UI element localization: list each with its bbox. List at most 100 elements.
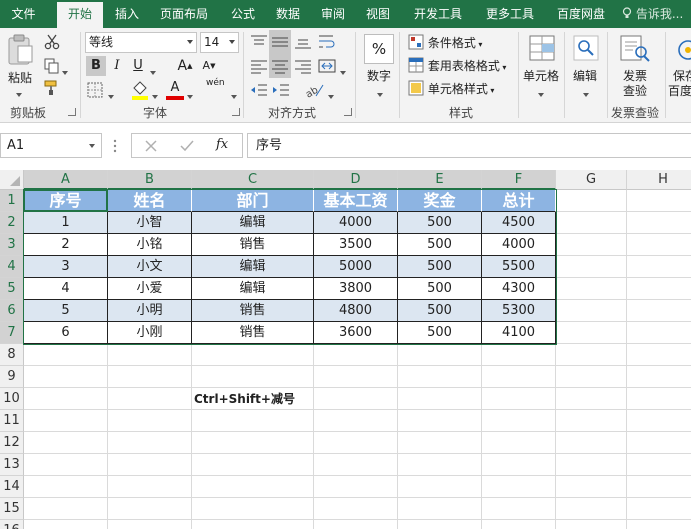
middle-align-button[interactable] [269,30,291,54]
format-as-table-button[interactable]: 套用表格格式 ▾ [408,57,506,74]
table-cell-a5[interactable]: 4 [24,278,108,300]
row-header-16[interactable]: 16 [0,520,24,529]
cell-c15[interactable] [192,498,314,520]
cell-b10[interactable] [108,388,192,410]
cell-b8[interactable] [108,344,192,366]
cell-e16[interactable] [398,520,482,529]
cell-e11[interactable] [398,410,482,432]
cell-g5[interactable] [556,278,627,300]
cell-b13[interactable] [108,454,192,476]
increase-font-size-button[interactable]: A▲ [175,56,195,76]
cell-f8[interactable] [482,344,556,366]
cell-a13[interactable] [24,454,108,476]
cell-b12[interactable] [108,432,192,454]
format-painter-icon[interactable] [44,80,60,99]
table-cell-e6[interactable]: 500 [398,300,482,322]
table-cell-e5[interactable]: 500 [398,278,482,300]
column-header-e[interactable]: E [398,170,482,190]
cell-b15[interactable] [108,498,192,520]
cell-e13[interactable] [398,454,482,476]
merge-dropdown-arrow[interactable] [340,64,346,78]
cell-b11[interactable] [108,410,192,432]
table-cell-c7[interactable]: 销售 [192,322,314,344]
table-cell-f4[interactable]: 5500 [482,256,556,278]
table-cell-d3[interactable]: 3500 [314,234,398,256]
table-cell-b2[interactable]: 小智 [108,212,192,234]
fill-color-dropdown-arrow[interactable] [152,88,158,102]
cell-a15[interactable] [24,498,108,520]
orientation-icon[interactable]: ab [304,81,324,102]
clipboard-launcher-icon[interactable] [68,108,76,116]
table-cell-b6[interactable]: 小明 [108,300,192,322]
paste-dropdown-arrow[interactable] [16,86,22,100]
cell-d12[interactable] [314,432,398,454]
shortcut-note-c10[interactable]: Ctrl+Shift+减号 [194,388,295,410]
table-cell-a4[interactable]: 3 [24,256,108,278]
cell-f9[interactable] [482,366,556,388]
italic-button[interactable]: I [107,56,127,76]
table-cell-a7[interactable]: 6 [24,322,108,344]
table-cell-b5[interactable]: 小爱 [108,278,192,300]
cell-h14[interactable] [627,476,691,498]
tab-formulas[interactable]: 公式 [222,0,264,28]
row-header-11[interactable]: 11 [0,410,24,432]
table-cell-f7[interactable]: 4100 [482,322,556,344]
row-header-8[interactable]: 8 [0,344,24,366]
cell-a8[interactable] [24,344,108,366]
conditional-formatting-button[interactable]: 条件格式 ▾ [408,34,482,51]
tab-insert[interactable]: 插入 [106,0,148,28]
row-header-6[interactable]: 6 [0,300,24,322]
editing-dropdown-arrow[interactable] [583,86,589,100]
cell-f10[interactable] [482,388,556,410]
row-header-12[interactable]: 12 [0,432,24,454]
enter-check-icon[interactable] [179,139,195,156]
table-cell-a6[interactable]: 5 [24,300,108,322]
table-header-cell-a1[interactable]: 序号 [24,190,108,212]
table-cell-d6[interactable]: 4800 [314,300,398,322]
table-cell-a3[interactable]: 2 [24,234,108,256]
underline-button[interactable]: U [128,56,148,76]
cell-h15[interactable] [627,498,691,520]
tab-file[interactable]: 文件 [0,0,47,28]
cell-a12[interactable] [24,432,108,454]
cell-d15[interactable] [314,498,398,520]
cell-g6[interactable] [556,300,627,322]
cell-f16[interactable] [482,520,556,529]
cell-e9[interactable] [398,366,482,388]
cell-e8[interactable] [398,344,482,366]
cell-d10[interactable] [314,388,398,410]
number-format-button[interactable]: 数字 [367,67,391,84]
row-header-7[interactable]: 7 [0,322,24,344]
cell-e15[interactable] [398,498,482,520]
cell-e10[interactable] [398,388,482,410]
cell-f11[interactable] [482,410,556,432]
cell-c12[interactable] [192,432,314,454]
tab-home[interactable]: 开始 [57,2,103,28]
cell-g7[interactable] [556,322,627,344]
cell-b16[interactable] [108,520,192,529]
cell-h5[interactable] [627,278,691,300]
cell-e12[interactable] [398,432,482,454]
row-header-3[interactable]: 3 [0,234,24,256]
table-cell-e2[interactable]: 500 [398,212,482,234]
tab-data[interactable]: 数据 [267,0,309,28]
cell-g8[interactable] [556,344,627,366]
row-header-1[interactable]: 1 [0,190,24,212]
cell-a9[interactable] [24,366,108,388]
cell-g16[interactable] [556,520,627,529]
table-cell-d2[interactable]: 4000 [314,212,398,234]
cells-dropdown-arrow[interactable] [538,86,544,100]
cell-c14[interactable] [192,476,314,498]
cell-styles-button[interactable]: 单元格样式 ▾ [408,80,494,97]
percent-icon[interactable]: % [364,34,394,64]
more-options-icon[interactable] [113,139,117,156]
table-cell-d7[interactable]: 3600 [314,322,398,344]
cell-d16[interactable] [314,520,398,529]
increase-indent-icon[interactable] [272,82,290,101]
table-cell-f5[interactable]: 4300 [482,278,556,300]
top-align-icon[interactable] [250,34,268,53]
copy-icon[interactable] [44,58,60,77]
tell-me-box[interactable]: 告诉我... [622,0,683,28]
cell-g4[interactable] [556,256,627,278]
wrap-text-icon[interactable] [318,33,336,54]
